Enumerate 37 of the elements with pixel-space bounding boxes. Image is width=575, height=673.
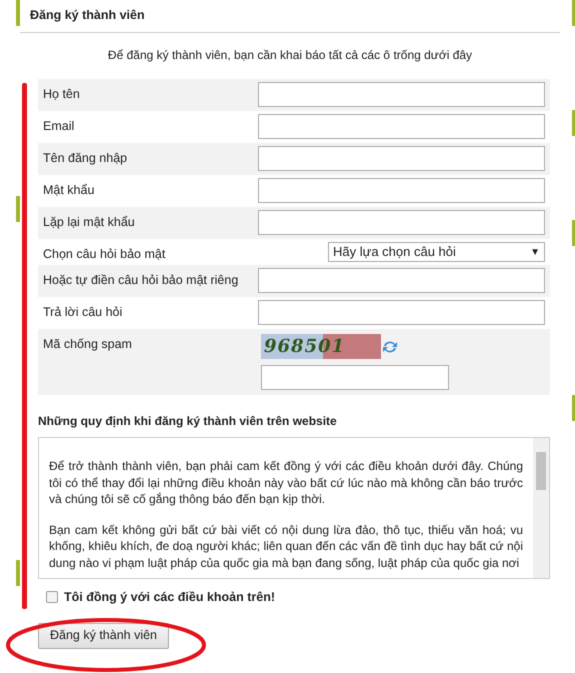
captcha-image: 968501 xyxy=(261,334,381,359)
intro-text: Để đăng ký thành viên, bạn cần khai báo tất cả các ô trống dưới đây xyxy=(106,47,474,64)
text-field[interactable] xyxy=(258,82,545,107)
rules-paragraph: Để trở thành thành viên, bạn phải cam kết đồng ý với các điều khoản dưới đây. Chúng tôi có thể thay đổi lại những điều khoản này vào bất cứ lúc nào mà không cần báo trước và chúng tôi sẽ cố gắng thông báo đến bạn kịp thời. xyxy=(49,458,523,508)
text-field[interactable] xyxy=(258,300,545,325)
field-label: Lặp lại mật khẩu xyxy=(43,214,136,231)
agree-checkbox[interactable] xyxy=(46,591,58,604)
side-marker xyxy=(572,220,575,246)
side-marker xyxy=(16,560,20,586)
field-label: Họ tên xyxy=(43,86,81,103)
field-label: Trả lời câu hỏi xyxy=(43,304,124,321)
field-label: Tên đăng nhập xyxy=(43,150,128,167)
field-label: Mật khẩu xyxy=(43,182,96,199)
rules-textbox[interactable] xyxy=(38,437,550,579)
field-label: Mã chống spam xyxy=(43,336,133,353)
side-marker xyxy=(16,196,20,222)
agree-label: Tôi đồng ý với các điều khoản trên! xyxy=(64,589,275,606)
side-marker xyxy=(572,110,575,136)
captcha-field[interactable] xyxy=(261,365,449,390)
field-label: Email xyxy=(43,118,76,135)
text-field[interactable] xyxy=(258,114,545,139)
register-button[interactable]: Đăng ký thành viên xyxy=(38,622,170,649)
refresh-icon[interactable] xyxy=(382,340,398,354)
field-label: Hoặc tự điền câu hỏi bảo mật riêng xyxy=(43,272,240,289)
side-marker xyxy=(572,395,575,421)
side-marker xyxy=(16,0,20,26)
text-field[interactable] xyxy=(258,268,545,293)
question-dropdown[interactable]: Hãy lựa chọn câu hỏi ▼ xyxy=(328,242,545,262)
rules-title: Những quy định khi đăng ký thành viên trên website xyxy=(38,414,337,428)
panel-title: Đăng ký thành viên xyxy=(30,8,145,22)
rules-paragraph: Bạn cam kết không gửi bất cứ bài viết có nội dung lừa đảo, thô tục, thiếu văn hoá; vu khống, khiêu khích, đe doạ người khác; liên quan đến các vấn đề tình dục hay bất cứ nội dung nào vi phạm luật pháp của quốc gia mà bạn đang sống, luật pháp của quốc gia nơi xyxy=(49,522,523,571)
scrollbar[interactable] xyxy=(533,438,549,578)
side-marker xyxy=(572,0,575,26)
text-field[interactable] xyxy=(258,210,545,235)
field-label: Chọn câu hỏi bảo mật xyxy=(43,246,166,262)
text-field[interactable] xyxy=(258,146,545,171)
text-field[interactable] xyxy=(258,178,545,203)
